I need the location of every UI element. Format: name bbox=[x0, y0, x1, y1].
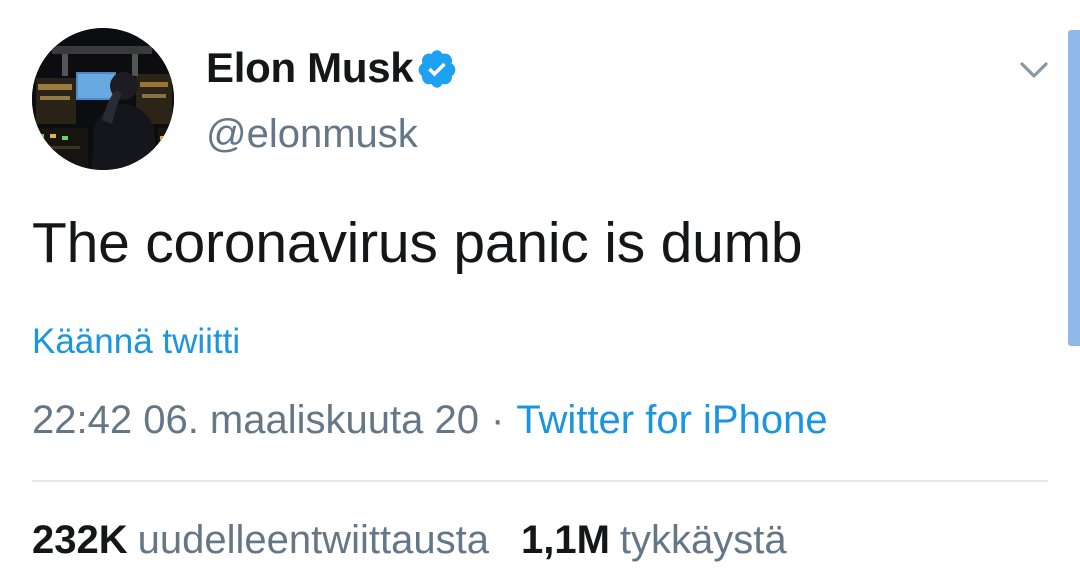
avatar[interactable] bbox=[32, 28, 174, 170]
translate-tweet-link[interactable]: Käännä twiitti bbox=[32, 322, 240, 362]
scrollbar[interactable] bbox=[1068, 30, 1080, 346]
tweet-timestamp[interactable]: 22:42 06. maaliskuuta 20 bbox=[32, 398, 479, 442]
avatar-image bbox=[32, 28, 174, 170]
meta-separator: · bbox=[490, 398, 505, 442]
likes-label: tykkäystä bbox=[619, 518, 787, 562]
tweet-meta: 22:42 06. maaliskuuta 20 · Twitter for iPh… bbox=[32, 398, 828, 443]
retweets-label: uudelleentwiittausta bbox=[137, 518, 489, 562]
display-name[interactable]: Elon Musk bbox=[206, 44, 414, 92]
tweet-source-link[interactable]: Twitter for iPhone bbox=[516, 398, 827, 442]
tweet-stats: 232K uudelleentwiittausta 1,1M tykkäystä bbox=[32, 518, 787, 563]
verified-badge-icon bbox=[418, 50, 456, 88]
likes-count: 1,1M bbox=[520, 518, 610, 562]
tweet-text: The coronavirus panic is dumb bbox=[32, 211, 803, 275]
divider bbox=[32, 480, 1048, 482]
likes-stat[interactable]: 1,1M tykkäystä bbox=[521, 518, 787, 562]
tweet-detail-screen: Elon Musk @elonmusk The coronavirus pani… bbox=[0, 0, 1080, 578]
retweets-count: 232K bbox=[32, 518, 128, 562]
retweets-stat[interactable]: 232K uudelleentwiittausta bbox=[32, 518, 489, 562]
chevron-down-icon[interactable] bbox=[1014, 50, 1054, 90]
user-handle[interactable]: @elonmusk bbox=[206, 112, 418, 157]
